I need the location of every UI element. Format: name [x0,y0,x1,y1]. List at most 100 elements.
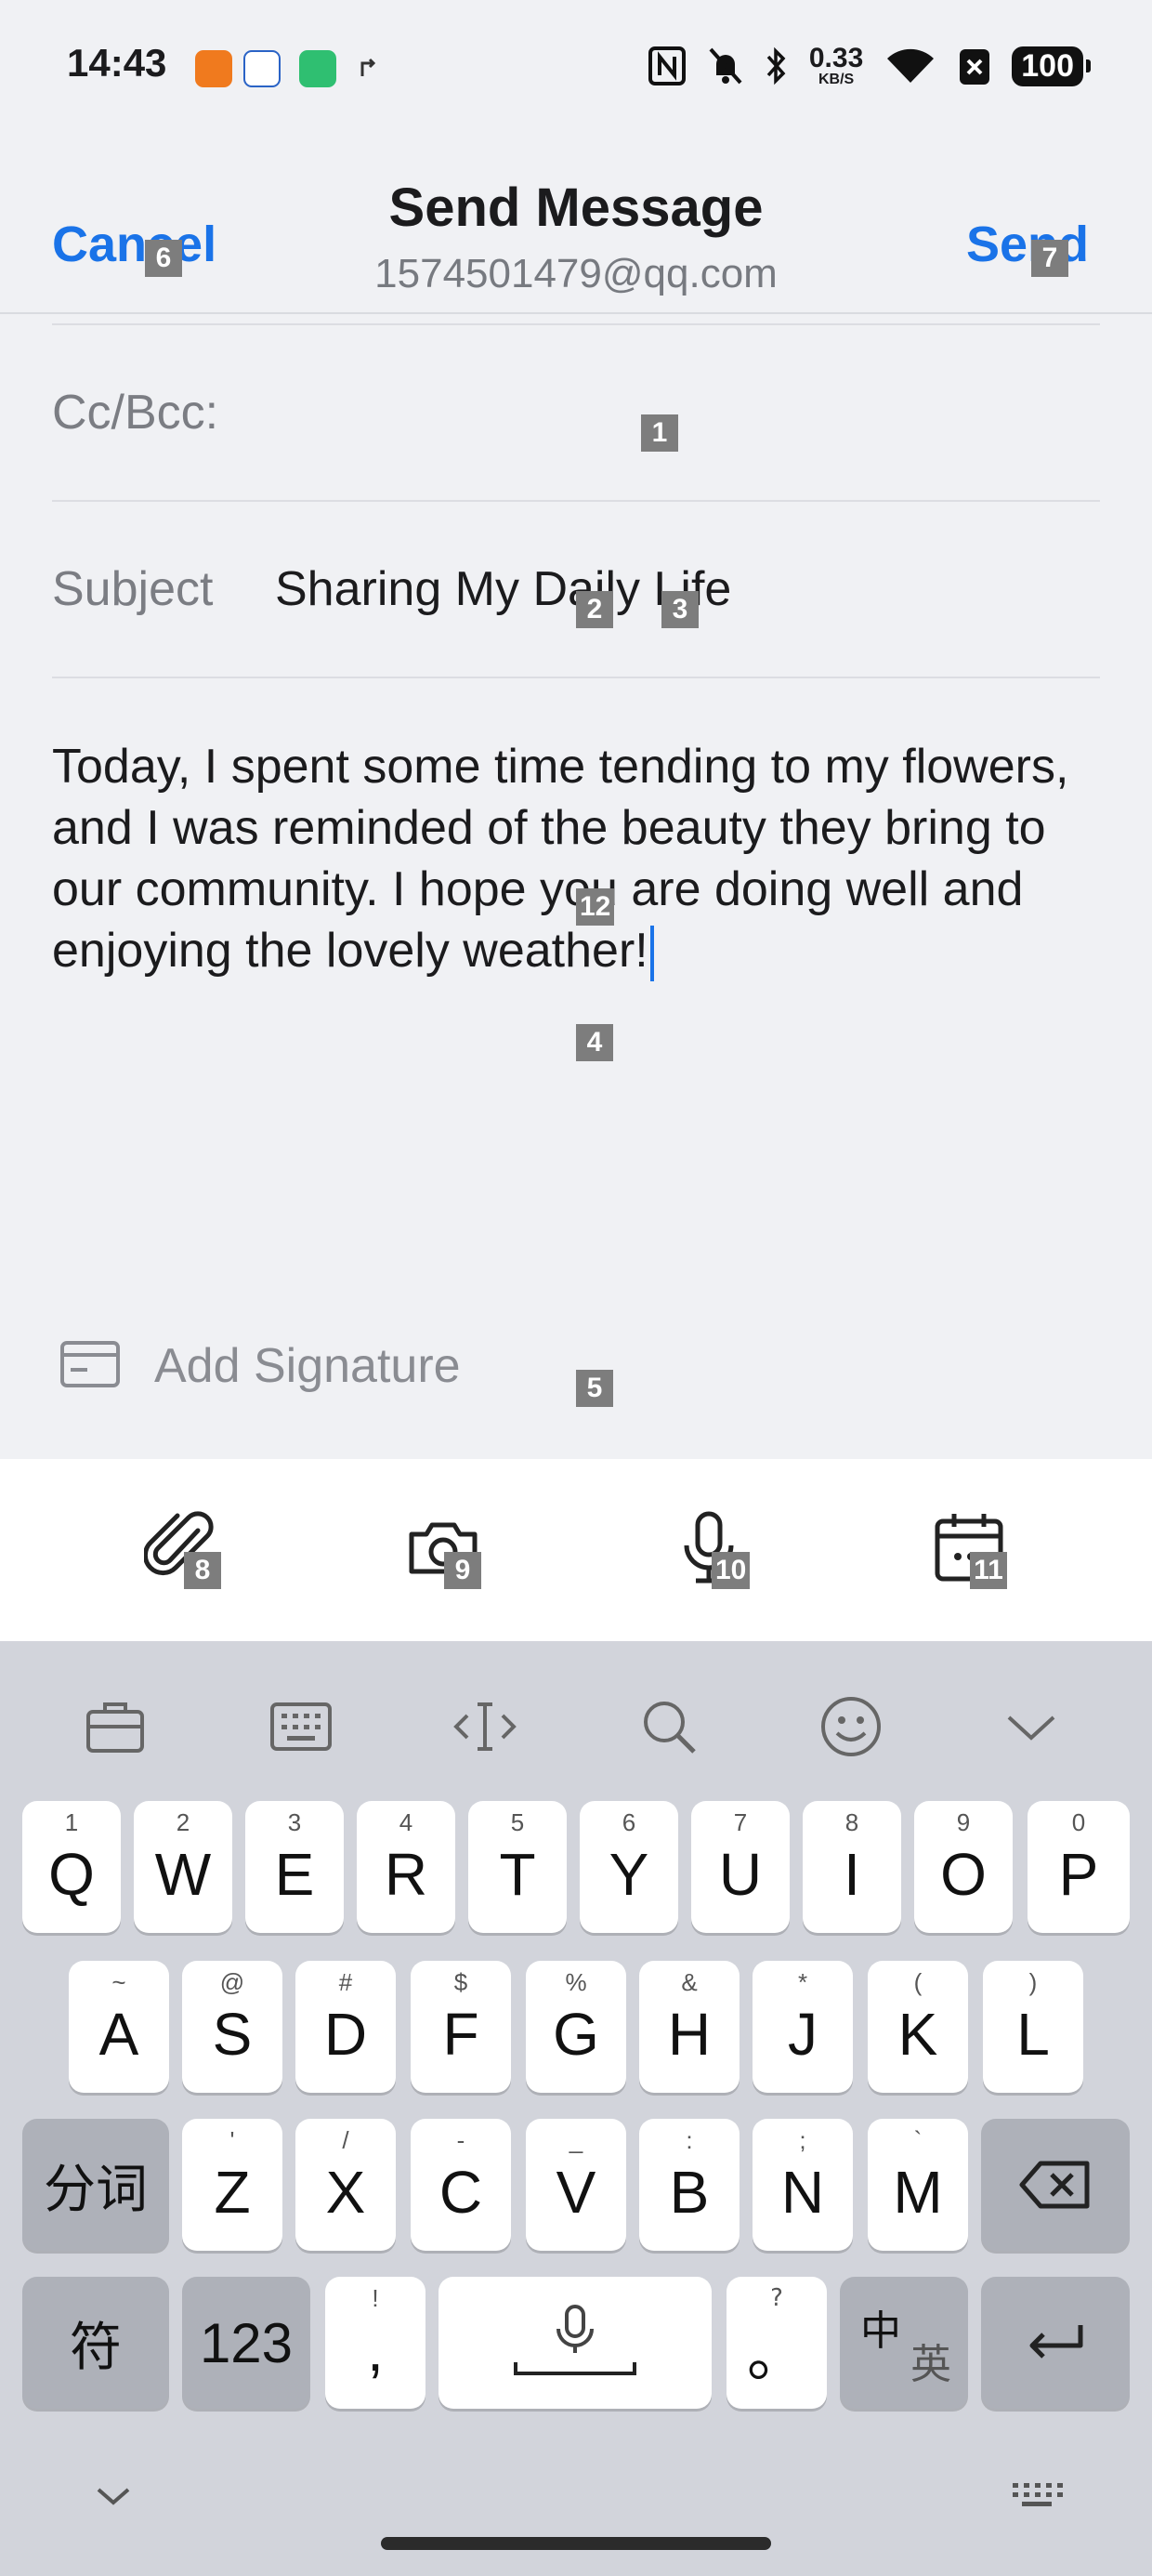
search-icon[interactable] [632,1689,706,1764]
comma-key[interactable]: !, [325,2277,425,2409]
key-label: V [556,2159,596,2226]
text-caret [649,926,654,982]
compose-header: Cancel Send Message 1574501479@qq.com Se… [0,139,1152,314]
key-t[interactable]: 5T [468,1801,567,1933]
key-hint: ~ [111,1968,126,1996]
key-label: C [439,2159,483,2226]
key-g[interactable]: % G [526,1961,626,2093]
mail-notification-icon [243,50,281,87]
key-j[interactable]: * J [753,1961,853,2093]
key-a[interactable]: ~ A [69,1961,169,2093]
key-e[interactable]: 3E [245,1801,344,1933]
key-m[interactable]: ` M [868,2119,968,2251]
key-label: U [718,1841,763,1908]
message-body-input[interactable]: Today, I spent some time tending to my f… [52,736,1102,982]
key-r[interactable]: 4R [357,1801,455,1933]
key-label: N [780,2159,825,2226]
cursor-move-icon[interactable] [448,1689,522,1764]
key-label: W [154,1841,212,1908]
nfc-icon [648,46,687,86]
emoji-icon[interactable] [814,1689,888,1764]
key-label: X [325,2159,366,2226]
key-hint: $ [453,1968,468,1996]
home-indicator[interactable] [381,2537,771,2550]
backspace-key[interactable] [981,2119,1130,2251]
key-x[interactable]: / X [295,2119,396,2251]
badge-7: 7 [1031,240,1068,277]
send-button[interactable]: Send [966,216,1089,273]
badge-8: 8 [184,1552,221,1589]
key-label: J [788,2001,818,2068]
badge-9: 9 [444,1552,481,1589]
key-hint: 1 [64,1808,79,1836]
key-c[interactable]: -C [411,2119,511,2251]
lang-zh-label: 中 [860,2307,901,2355]
key-label: 。 [747,2321,806,2390]
segment-key[interactable]: 分词 [22,2119,169,2251]
key-i[interactable]: 8I [803,1801,901,1933]
key-l[interactable]: ) L [983,1961,1083,2093]
key-hint: - [456,2126,465,2154]
key-label: Q [48,1841,95,1908]
key-hint: 0 [1071,1808,1086,1836]
key-hint: ( [913,1968,923,1996]
key-label: , [367,2317,384,2384]
numbers-key[interactable]: 123 [182,2277,310,2409]
key-label: D [323,2001,368,2068]
key-z[interactable]: ' Z [182,2119,282,2251]
key-v[interactable]: _ V [526,2119,626,2251]
key-f[interactable]: $ F [411,1961,511,2093]
key-h[interactable]: & H [639,1961,740,2093]
period-key[interactable]: ?。 [727,2277,827,2409]
key-y[interactable]: 6Y [580,1801,678,1933]
status-bar: 14:43 0.33 KB/S 100 [0,0,1152,139]
badge-5: 5 [576,1370,613,1407]
key-hint: & [681,1968,698,1996]
key-label: F [442,2001,479,2068]
lang-en-label: 英 [910,2341,951,2388]
backspace-icon [1019,2161,1090,2209]
no-sim-icon [958,46,991,86]
key-label: P [1058,1841,1099,1908]
space-key[interactable] [439,2277,712,2409]
language-switch-key[interactable]: 中 英 [840,2277,968,2409]
key-hint: ` [913,2126,923,2154]
badge-11: 11 [970,1552,1007,1589]
key-hint: / [342,2126,349,2154]
key-s[interactable]: @ S [182,1961,282,2093]
battery-app-notification-icon [299,50,336,87]
key-label: E [274,1841,315,1908]
key-hint: ) [1028,1968,1038,1996]
key-w[interactable]: 2W [134,1801,232,1933]
divider-subject [52,677,1100,678]
collapse-chevron-icon[interactable] [76,2459,151,2533]
app-notification-icon [195,50,232,87]
key-k[interactable]: (K [868,1961,968,2093]
clipboard-icon[interactable] [78,1689,152,1764]
key-n[interactable]: ; N [753,2119,853,2251]
key-hint: : [686,2126,693,2154]
add-signature-button[interactable]: Add Signature [59,1338,461,1394]
key-label: B [669,2159,710,2226]
key-hint: 3 [287,1808,302,1836]
key-hint: % [565,1968,587,1996]
bluetooth-icon [765,46,789,86]
key-p[interactable]: 0P [1028,1801,1130,1933]
key-o[interactable]: 9O [914,1801,1013,1933]
key-hint: ! [372,2284,379,2312]
key-d[interactable]: # D [295,1961,396,2093]
hide-keyboard-chevron-icon[interactable] [994,1689,1068,1764]
key-hint: ' [229,2126,235,2154]
symbols-key-label: 符 [70,2317,122,2378]
network-speed-unit: KB/S [818,72,855,87]
key-q[interactable]: 1Q [22,1801,121,1933]
symbols-key[interactable]: 符 [22,2277,169,2409]
enter-key[interactable] [981,2277,1130,2409]
key-b[interactable]: :B [639,2119,740,2251]
keyboard-switch-icon[interactable] [1000,2459,1074,2533]
key-u[interactable]: 7U [691,1801,790,1933]
keyboard-layout-icon[interactable] [264,1689,338,1764]
key-hint: 7 [733,1808,748,1836]
cc-bcc-field[interactable]: Cc/Bcc: [52,385,218,440]
divider-cc [52,500,1100,502]
